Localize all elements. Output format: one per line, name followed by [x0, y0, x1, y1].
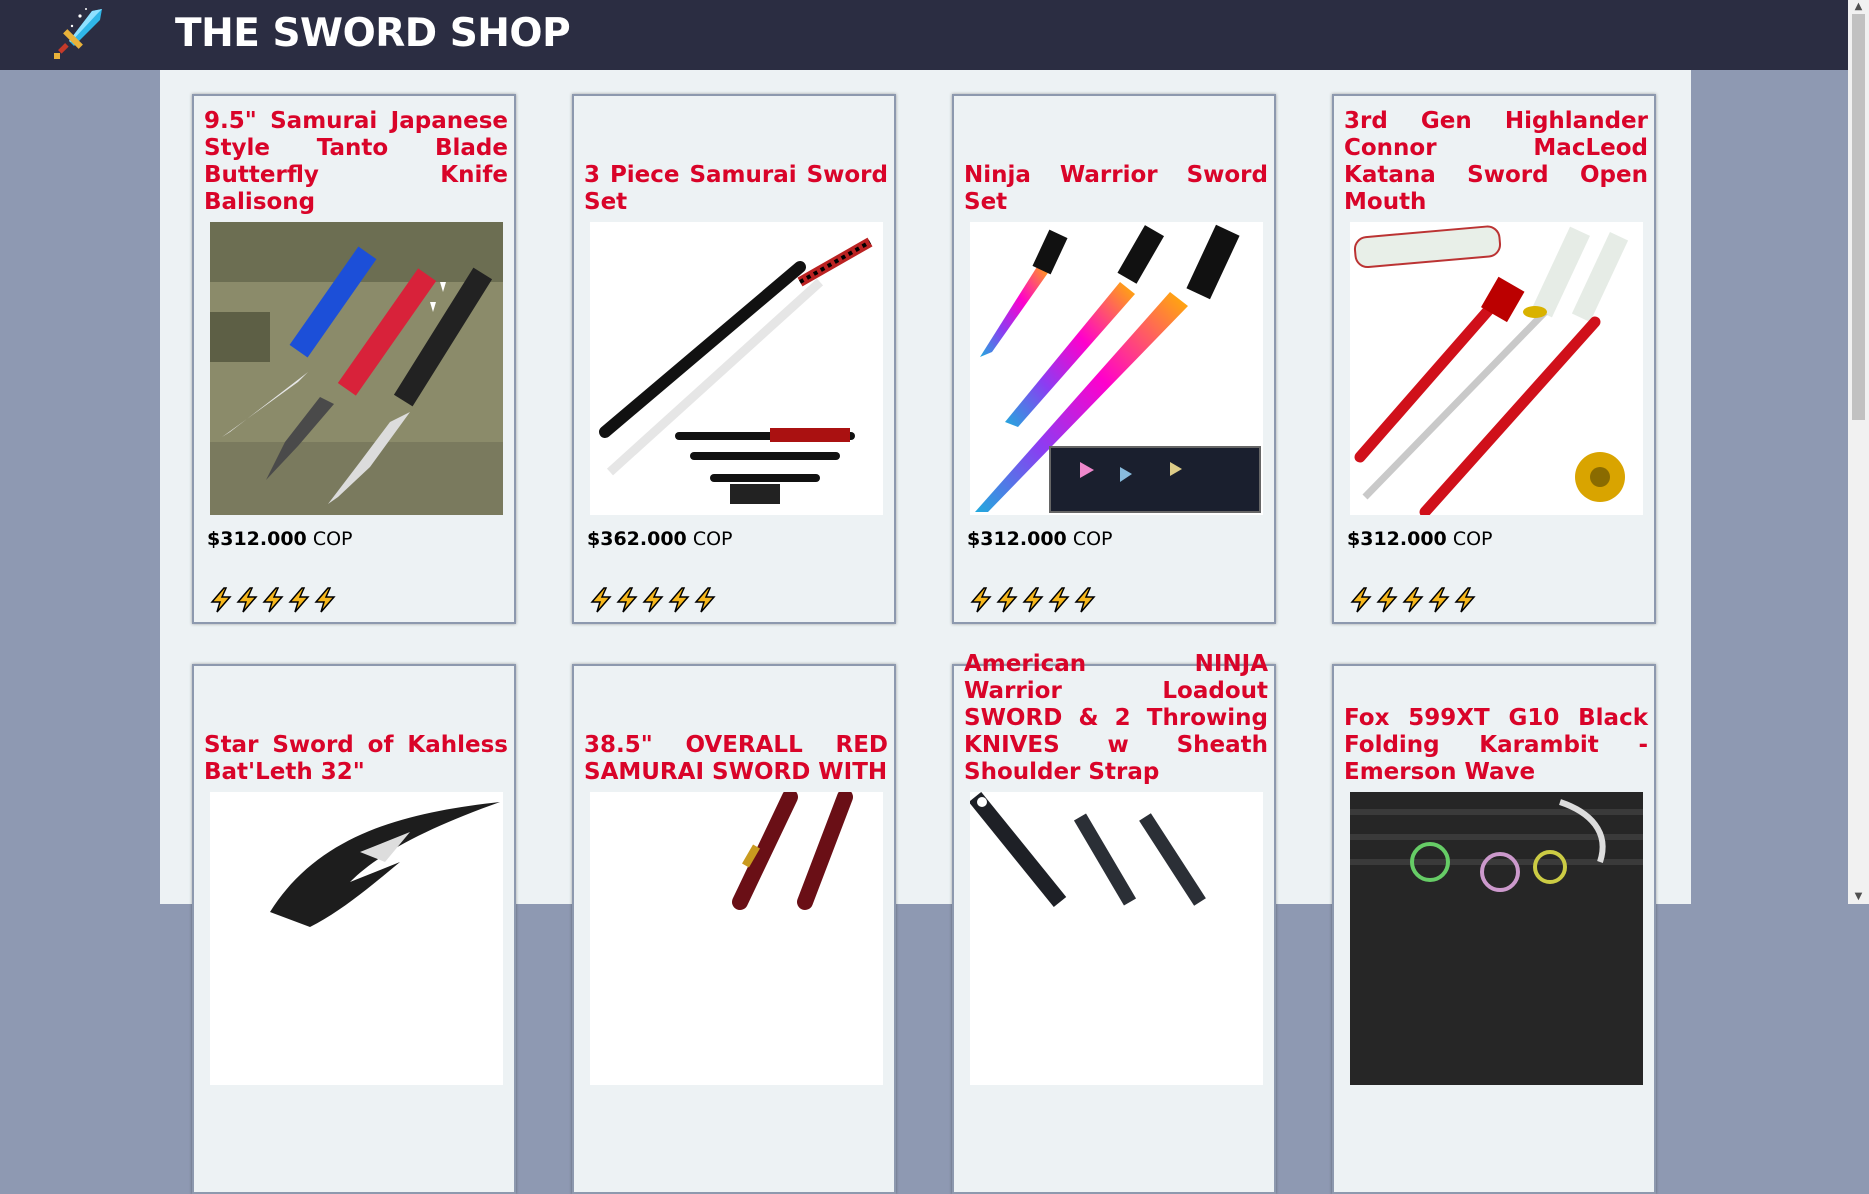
product-title[interactable]: 3rd Gen Highlander Connor MacLeod Katana… — [1344, 108, 1648, 216]
product-grid: 9.5" Samurai Japanese Style Tanto Blade … — [160, 70, 1691, 1194]
product-price: $312.000 COP — [207, 528, 353, 550]
lightning-bolt-icon — [1048, 587, 1070, 613]
product-price: $362.000 COP — [587, 528, 733, 550]
product-card[interactable]: American NINJA Warrior Loadout SWORD & 2… — [952, 651, 1276, 1194]
product-image[interactable] — [210, 222, 503, 515]
lightning-bolt-icon — [314, 587, 336, 613]
lightning-bolt-icon — [1376, 587, 1398, 613]
product-image[interactable] — [590, 222, 883, 515]
lightning-bolt-icon — [1428, 587, 1450, 613]
product-image[interactable] — [1350, 222, 1643, 515]
product-image[interactable] — [210, 792, 503, 1085]
product-title[interactable]: Star Sword of Kahless Bat'Leth 32" — [204, 732, 508, 786]
product-card[interactable]: 38.5" OVERALL RED SAMURAI SWORD WITH — [572, 664, 896, 1194]
lightning-bolt-icon — [616, 587, 638, 613]
lightning-bolt-icon — [1350, 587, 1372, 613]
product-card[interactable]: Star Sword of Kahless Bat'Leth 32" — [192, 664, 516, 1194]
lightning-bolt-icon — [970, 587, 992, 613]
lightning-bolt-icon — [590, 587, 612, 613]
top-navigation-bar: THE SWORD SHOP — [0, 0, 1869, 70]
rating-bolts — [208, 586, 338, 614]
rating-bolts — [968, 586, 1098, 614]
product-title[interactable]: Fox 599XT G10 Black Folding Karambit - E… — [1344, 705, 1648, 786]
lightning-bolt-icon — [262, 587, 284, 613]
lightning-bolt-icon — [694, 587, 716, 613]
product-image[interactable] — [590, 792, 883, 1085]
scrollbar-thumb[interactable] — [1852, 14, 1865, 420]
product-title[interactable]: 9.5" Samurai Japanese Style Tanto Blade … — [204, 108, 508, 216]
lightning-bolt-icon — [1454, 587, 1476, 613]
product-card[interactable]: 9.5" Samurai Japanese Style Tanto Blade … — [192, 94, 516, 624]
lightning-bolt-icon — [236, 587, 258, 613]
lightning-bolt-icon — [1022, 587, 1044, 613]
lightning-bolt-icon — [1074, 587, 1096, 613]
product-price: $312.000 COP — [967, 528, 1113, 550]
product-card[interactable]: 3 Piece Samurai Sword Set $362.000 COP — [572, 94, 896, 624]
lightning-bolt-icon — [210, 587, 232, 613]
product-card[interactable]: Fox 599XT G10 Black Folding Karambit - E… — [1332, 664, 1656, 1194]
shop-title: THE SWORD SHOP — [175, 11, 571, 56]
lightning-bolt-icon — [996, 587, 1018, 613]
product-card[interactable]: 3rd Gen Highlander Connor MacLeod Katana… — [1332, 94, 1656, 624]
lightning-bolt-icon — [668, 587, 690, 613]
lightning-bolt-icon — [288, 587, 310, 613]
rating-bolts — [1348, 586, 1478, 614]
lightning-bolt-icon — [1402, 587, 1424, 613]
product-title[interactable]: 38.5" OVERALL RED SAMURAI SWORD WITH — [584, 732, 888, 786]
product-title[interactable]: 3 Piece Samurai Sword Set — [584, 162, 888, 216]
vertical-scrollbar[interactable]: ▲ ▼ — [1848, 0, 1869, 904]
product-price: $312.000 COP — [1347, 528, 1493, 550]
rating-bolts — [588, 586, 718, 614]
product-image[interactable] — [970, 222, 1263, 515]
product-image[interactable] — [1350, 792, 1643, 1085]
product-title[interactable]: American NINJA Warrior Loadout SWORD & 2… — [964, 651, 1268, 786]
scroll-down-arrow-icon[interactable]: ▼ — [1848, 890, 1869, 904]
scroll-up-arrow-icon[interactable]: ▲ — [1848, 0, 1869, 14]
product-title[interactable]: Ninja Warrior Sword Set — [964, 162, 1268, 216]
sword-logo-icon[interactable] — [52, 6, 112, 64]
product-card[interactable]: Ninja Warrior Sword Set $312.000 COP — [952, 94, 1276, 624]
lightning-bolt-icon — [642, 587, 664, 613]
product-image[interactable] — [970, 792, 1263, 1085]
